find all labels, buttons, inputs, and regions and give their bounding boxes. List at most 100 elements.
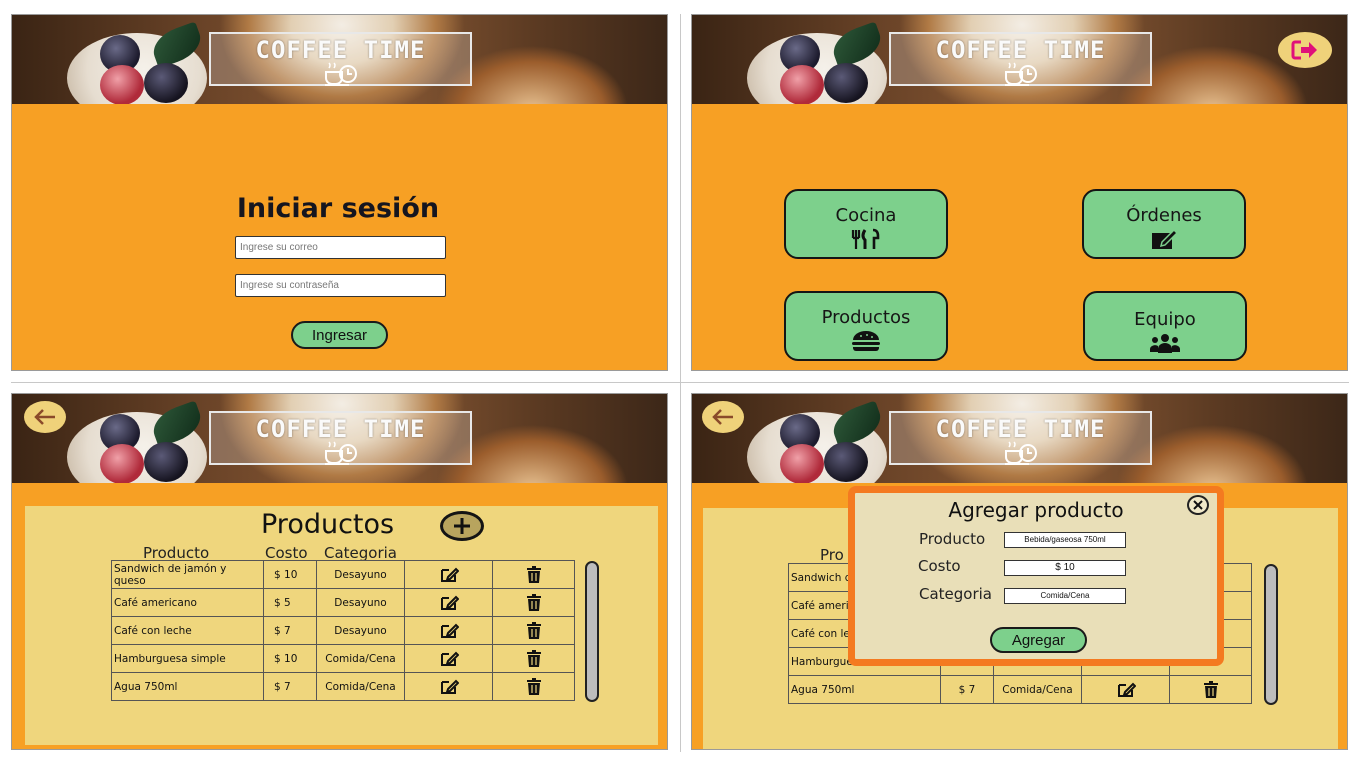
coffee-cup-clock-icon [324,441,357,465]
product-cost: $ 5 [263,588,317,617]
tile-ordenes[interactable]: Órdenes [1082,189,1246,259]
product-category: Comida/Cena [993,675,1082,704]
banner-berry [144,442,188,482]
table-row: Café americano $ 5 Desayuno [111,588,575,617]
burger-icon [852,331,880,351]
trash-icon[interactable] [1201,680,1221,699]
product-name: Agua 750ml [111,672,264,701]
categoria-field[interactable]: Comida/Cena [1004,588,1126,604]
scrollbar[interactable] [585,561,599,702]
password-field[interactable] [235,274,446,297]
edit-cell [404,672,493,701]
users-icon [1150,334,1180,353]
logo: COFFEE TIME [889,411,1152,465]
table-row: Hamburguesa simple $ 10 Comida/Cena [111,644,575,673]
logo: COFFEE TIME [209,32,472,86]
coffee-cup-clock-icon [1004,441,1037,465]
tile-label: Cocina [835,205,897,226]
delete-cell [492,616,575,645]
table-row: Agua 750ml $ 7 Comida/Cena [788,675,1252,704]
tile-productos[interactable]: Productos [784,291,948,361]
edit-cell [404,644,493,673]
product-category: Comida/Cena [316,672,405,701]
close-circle-icon [1193,500,1203,510]
edit-icon[interactable] [439,650,459,668]
product-category: Desayuno [316,560,405,589]
producto-field[interactable]: Bebida/gaseosa 750ml [1004,532,1126,548]
column-header-producto: Pro [820,546,844,564]
banner-berry [100,65,144,104]
logo: COFFEE TIME [209,411,472,465]
trash-icon[interactable] [524,677,544,696]
tile-cocina[interactable]: Cocina [784,189,948,259]
product-cost: $ 10 [263,560,317,589]
login-title: Iniciar sesión [236,193,440,224]
edit-icon[interactable] [439,678,459,696]
banner-berry [780,444,824,483]
product-name: Café con leche [111,616,264,645]
edit-order-icon [1152,228,1179,249]
banner-berry [780,65,824,104]
trash-icon[interactable] [524,565,544,584]
close-button[interactable] [1187,495,1209,515]
utensils-icon [851,228,880,249]
add-product-button[interactable] [440,511,484,541]
arrow-left-icon [712,409,733,425]
products-screen: COFFEE TIME Productos Producto Costo Cat… [11,393,668,750]
edit-icon[interactable] [439,566,459,584]
agregar-button[interactable]: Agregar [990,627,1087,653]
plus-circle-icon [454,518,470,534]
edit-icon[interactable] [1116,681,1136,699]
delete-cell [492,644,575,673]
banner-berry [824,442,868,482]
product-cost: $ 10 [263,644,317,673]
add-product-screen: COFFEE TIME Pro Sandwich d Café ameri Ca… [691,393,1348,750]
edit-icon[interactable] [439,622,459,640]
menu-screen: COFFEE TIME Cocina Órdenes Productos Equ… [691,14,1348,371]
scrollbar[interactable] [1264,564,1278,705]
product-name: Café americano [111,588,264,617]
table-row: Café con leche $ 7 Desayuno [111,616,575,645]
login-screen: COFFEE TIME Iniciar sesión Ingresar [11,14,668,371]
email-field[interactable] [235,236,446,259]
logo-text: COFFEE TIME [935,415,1106,443]
products-table: Sandwich de jamón y queso $ 10 Desayuno Caf… [111,560,575,701]
header-banner: COFFEE TIME [692,15,1347,104]
header-banner: COFFEE TIME [12,15,667,104]
tile-equipo[interactable]: Equipo [1083,291,1247,361]
categoria-label: Categoria [919,585,993,603]
trash-icon[interactable] [524,649,544,668]
logo-text: COFFEE TIME [255,415,426,443]
header-banner: COFFEE TIME [12,394,667,483]
banner-berry [144,63,188,103]
back-button[interactable] [702,401,744,433]
tile-label: Equipo [1134,309,1196,330]
page-title: Productos [261,509,395,540]
product-name: Hamburguesa simple [111,644,264,673]
back-button[interactable] [24,401,66,433]
costo-field[interactable]: $ 10 [1004,560,1126,576]
product-name: Sandwich de jamón y queso [111,560,264,589]
trash-icon[interactable] [524,621,544,640]
coffee-cup-clock-icon [324,62,357,86]
divider-horizontal [11,382,1349,383]
table-row: Agua 750ml $ 7 Comida/Cena [111,672,575,701]
divider-vertical [680,14,681,752]
edit-icon[interactable] [439,594,459,612]
product-category: Comida/Cena [316,644,405,673]
tile-label: Órdenes [1126,205,1202,226]
sign-out-icon [1291,40,1317,60]
product-category: Desayuno [316,616,405,645]
logout-button[interactable] [1278,32,1332,68]
delete-cell [1169,675,1252,704]
login-button[interactable]: Ingresar [291,321,388,349]
producto-label: Producto [919,530,986,548]
trash-icon[interactable] [524,593,544,612]
table-row: Sandwich de jamón y queso $ 10 Desayuno [111,560,575,589]
product-category: Desayuno [316,588,405,617]
banner-berry [100,444,144,483]
coffee-cup-clock-icon [1004,62,1037,86]
delete-cell [492,672,575,701]
delete-cell [492,588,575,617]
edit-cell [404,588,493,617]
